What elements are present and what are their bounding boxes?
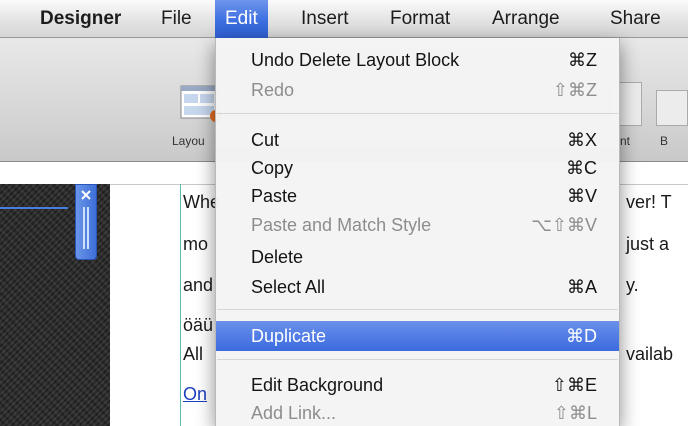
menu-item-paste-match-style: Paste and Match Style ⌥⇧⌘V	[216, 212, 619, 238]
menu-item-redo: Redo ⇧⌘Z	[216, 77, 619, 103]
menu-item-label: Paste	[251, 186, 298, 206]
menu-item-shortcut: ⇧⌘E	[551, 375, 597, 395]
menu-insert[interactable]: Insert	[291, 0, 359, 38]
menu-item-undo[interactable]: Undo Delete Layout Block ⌘Z	[216, 47, 619, 73]
menu-item-label: Copy	[251, 158, 294, 178]
menu-format[interactable]: Format	[380, 0, 460, 38]
menu-item-shortcut: ⌘C	[566, 158, 597, 178]
menu-share[interactable]: Share	[600, 0, 671, 38]
menu-item-shortcut: ⌘A	[566, 277, 597, 297]
doc-line: and	[183, 275, 214, 295]
menu-item-add-link: Add Link... ⇧⌘L	[216, 400, 619, 426]
menu-item-cut[interactable]: Cut ⌘X	[216, 127, 619, 153]
menu-separator	[217, 359, 618, 360]
toolbar-label-2: nt	[620, 134, 631, 148]
doc-line-fragment: just a	[626, 234, 670, 254]
edit-menu-dropdown: Undo Delete Layout Block ⌘Z Redo ⇧⌘Z Cut…	[215, 38, 620, 426]
toolbar-label-layout: Layou	[172, 134, 205, 148]
toolbar-item-icon-2[interactable]	[656, 90, 688, 126]
menu-item-label: Add Link...	[251, 403, 337, 423]
menu-item-label: Redo	[251, 80, 295, 100]
menu-item-label: Cut	[251, 130, 280, 150]
callout-line	[0, 207, 68, 209]
doc-line-fragment: ver! T	[626, 192, 672, 212]
doc-link[interactable]: On	[183, 384, 207, 405]
doc-line: All	[183, 344, 204, 364]
menu-arrange[interactable]: Arrange	[482, 0, 570, 38]
menu-item-shortcut: ⌘X	[566, 130, 597, 150]
doc-line: öäü	[183, 315, 214, 335]
menu-item-shortcut: ⌘D	[566, 326, 597, 346]
menu-file[interactable]: File	[151, 0, 202, 38]
menu-app-designer[interactable]: Designer	[30, 0, 131, 38]
doc-line-fragment: vailab	[626, 344, 674, 364]
menu-item-shortcut: ⌘Z	[568, 50, 597, 70]
menu-item-label: Edit Background	[251, 375, 384, 395]
menu-item-shortcut: ⇧⌘Z	[552, 80, 597, 100]
menu-item-label: Paste and Match Style	[251, 215, 432, 235]
menu-separator	[217, 113, 618, 114]
menu-item-copy[interactable]: Copy ⌘C	[216, 155, 619, 181]
doc-line: mo	[183, 234, 209, 254]
menu-item-shortcut: ⌘V	[566, 186, 597, 206]
menu-item-label: Delete	[251, 247, 304, 267]
layout-block-handle[interactable]	[75, 184, 97, 260]
menu-item-label: Select All	[251, 277, 326, 297]
menu-bar: Designer File Edit Insert Format Arrange…	[0, 0, 688, 38]
close-icon	[81, 190, 91, 200]
menu-item-paste[interactable]: Paste ⌘V	[216, 183, 619, 209]
menu-item-edit-background[interactable]: Edit Background ⇧⌘E	[216, 372, 619, 398]
doc-line-fragment: y.	[626, 275, 639, 295]
menu-edit[interactable]: Edit	[215, 0, 268, 38]
menu-item-label: Duplicate	[251, 326, 327, 346]
menu-separator	[217, 309, 618, 310]
menu-item-select-all[interactable]: Select All ⌘A	[216, 274, 619, 300]
menu-item-delete[interactable]: Delete	[216, 244, 619, 270]
menu-item-shortcut: ⌥⇧⌘V	[531, 215, 597, 235]
menu-item-label: Undo Delete Layout Block	[251, 50, 460, 70]
menu-item-duplicate[interactable]: Duplicate ⌘D	[216, 321, 619, 351]
toolbar-label-3: B	[660, 134, 669, 148]
menu-item-shortcut: ⇧⌘L	[553, 403, 597, 423]
